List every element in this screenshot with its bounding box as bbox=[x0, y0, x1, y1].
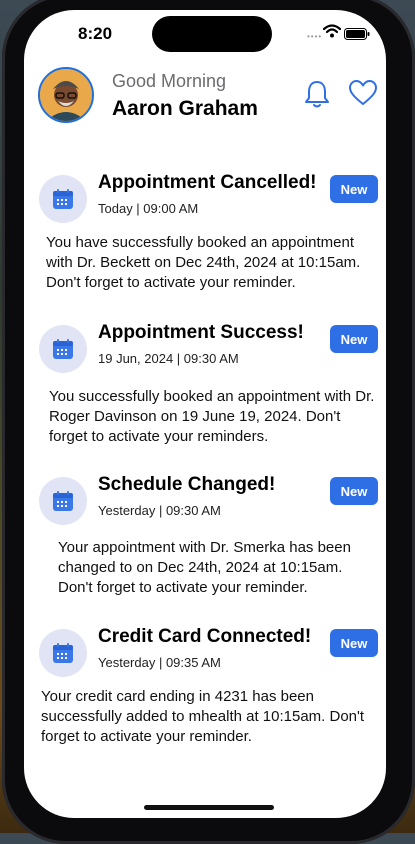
new-badge: New bbox=[330, 629, 378, 657]
header: Good Morning Aaron Graham bbox=[24, 67, 386, 137]
notification-title: Credit Card Connected! bbox=[98, 626, 312, 647]
notification-body: Your appointment with Dr. Smerka has bee… bbox=[58, 539, 351, 596]
new-badge: New bbox=[330, 477, 378, 505]
home-indicator[interactable] bbox=[144, 805, 274, 810]
notification-body: Your credit card ending in 4231 has been… bbox=[41, 688, 365, 745]
new-badge: New bbox=[330, 175, 378, 203]
notification-title: Appointment Cancelled! bbox=[98, 172, 317, 193]
cellular-signal-icon: •••• bbox=[307, 32, 323, 41]
notification-time: Yesterday | 09:35 AM bbox=[98, 655, 221, 670]
bell-icon[interactable] bbox=[304, 79, 330, 114]
avatar[interactable] bbox=[38, 67, 94, 123]
user-name: Aaron Graham bbox=[112, 97, 258, 120]
notification-body: You have successfully booked an appointm… bbox=[46, 234, 361, 291]
app-screen: 8:20 •••• Good Morning Aaron Graham Appo… bbox=[24, 10, 386, 818]
calendar-icon bbox=[39, 629, 87, 677]
wifi-icon bbox=[322, 24, 342, 43]
status-bar: 8:20 •••• bbox=[24, 10, 386, 60]
phone-frame: 8:20 •••• Good Morning Aaron Graham Appo… bbox=[2, 0, 415, 844]
notification-title: Appointment Success! bbox=[98, 322, 304, 343]
notification-time: 19 Jun, 2024 | 09:30 AM bbox=[98, 351, 239, 366]
greeting-text: Good Morning bbox=[112, 71, 227, 91]
battery-icon bbox=[344, 27, 370, 45]
calendar-icon bbox=[39, 175, 87, 223]
dynamic-island bbox=[152, 16, 272, 52]
notification-title: Schedule Changed! bbox=[98, 474, 276, 495]
heart-icon[interactable] bbox=[348, 79, 378, 112]
new-badge: New bbox=[330, 325, 378, 353]
notification-body: You successfully booked an appointment w… bbox=[49, 388, 375, 445]
calendar-icon bbox=[39, 325, 87, 373]
calendar-icon bbox=[39, 477, 87, 525]
status-time: 8:20 bbox=[78, 24, 113, 43]
notification-time: Today | 09:00 AM bbox=[98, 201, 199, 216]
notification-time: Yesterday | 09:30 AM bbox=[98, 503, 221, 518]
